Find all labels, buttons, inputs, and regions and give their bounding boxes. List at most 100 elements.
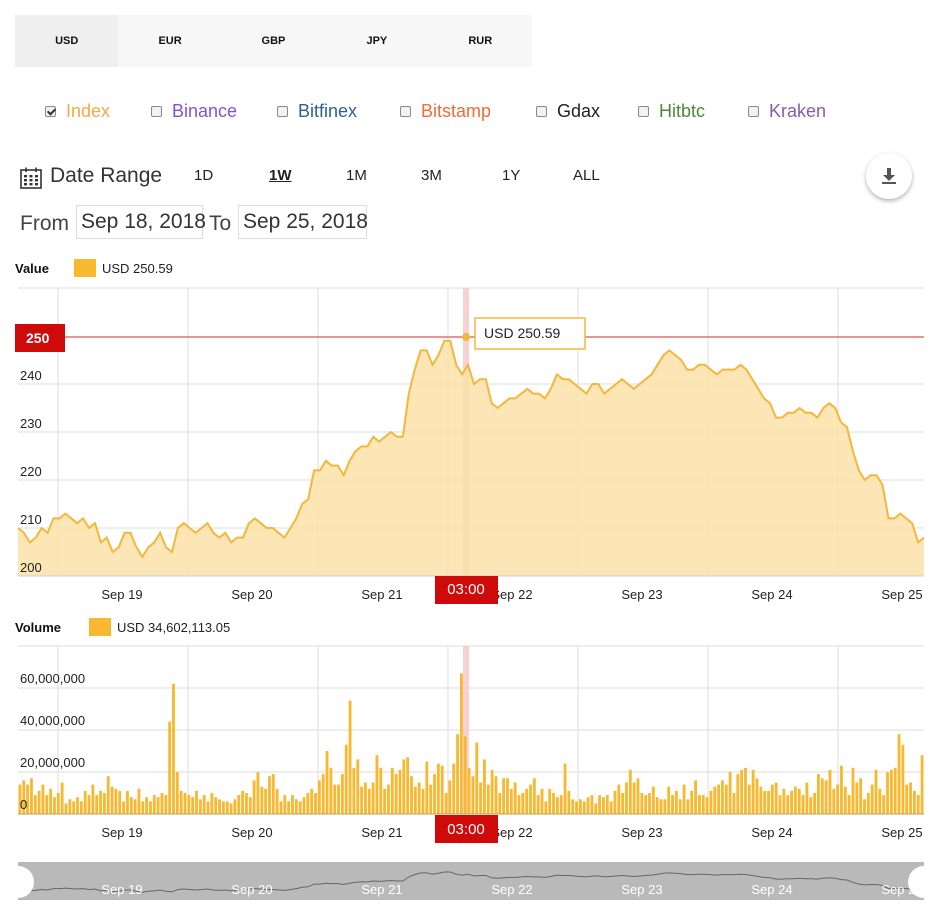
- volume-bar: [294, 799, 298, 814]
- price-x-tick-label: Sep 21: [361, 587, 402, 602]
- volume-bar: [851, 767, 855, 814]
- volume-bar: [33, 795, 37, 814]
- volume-bar: [671, 795, 674, 814]
- volume-bar: [72, 801, 76, 814]
- volume-bar: [605, 795, 609, 814]
- volume-bar: [763, 790, 767, 814]
- price-time-label: 03:00: [447, 581, 485, 598]
- price-volume-charts[interactable]: 200 210 220 230 240 250 USD 250.59 Sep 19 Sep 20…: [0, 0, 941, 910]
- volume-bar: [912, 790, 916, 814]
- volume-bar: [820, 778, 824, 814]
- volume-bar: [375, 755, 379, 814]
- volume-bar: [640, 793, 644, 814]
- volume-bar: [360, 786, 364, 814]
- volume-bar: [701, 795, 705, 814]
- volume-bar: [644, 795, 648, 814]
- volume-bar: [563, 763, 567, 814]
- volume-bar: [836, 784, 840, 814]
- volume-bar: [237, 795, 241, 814]
- price-y-tick-label: 210: [20, 512, 42, 527]
- volume-bar: [882, 795, 886, 814]
- volume-bar: [187, 795, 191, 814]
- volume-bar: [195, 790, 198, 814]
- volume-bar: [314, 793, 317, 814]
- volume-bar: [60, 782, 64, 814]
- volume-bar: [625, 782, 628, 814]
- volume-bar: [782, 788, 786, 814]
- volume-bar: [809, 797, 813, 814]
- volume-bar: [916, 795, 920, 814]
- volume-bar: [632, 782, 636, 814]
- volume-bar: [598, 795, 602, 814]
- volume-bar: [521, 793, 525, 814]
- volume-bar: [160, 793, 164, 814]
- volume-bar: [686, 799, 690, 814]
- volume-bar: [168, 721, 172, 814]
- volume-y-tick-label: 20,000,000: [20, 755, 85, 770]
- volume-bar: [283, 795, 287, 814]
- volume-bar: [306, 793, 310, 814]
- navigator-tick-label: Sep 23: [621, 882, 662, 897]
- volume-bar: [494, 776, 498, 814]
- volume-bar: [206, 801, 210, 814]
- volume-bar: [340, 774, 344, 814]
- volume-bar: [506, 778, 509, 814]
- volume-x-tick-label: Sep 24: [751, 825, 792, 840]
- volume-bar: [744, 767, 747, 814]
- volume-bar: [302, 797, 306, 814]
- volume-bar: [53, 797, 56, 814]
- volume-bar: [552, 793, 555, 814]
- volume-bar: [379, 767, 383, 814]
- volume-bar: [747, 784, 751, 814]
- volume-x-tick-label: Sep 19: [101, 825, 142, 840]
- volume-bar: [99, 790, 102, 814]
- volume-bar: [133, 799, 137, 814]
- volume-bar: [813, 793, 817, 814]
- volume-bar: [352, 767, 356, 814]
- volume-bar: [83, 790, 87, 814]
- navigator-tick-label: Sep 24: [751, 882, 792, 897]
- volume-bar: [164, 795, 168, 814]
- volume-bar: [778, 795, 782, 814]
- price-x-tick-label: Sep 24: [751, 587, 792, 602]
- volume-bar: [559, 795, 563, 814]
- volume-bar: [767, 790, 770, 814]
- volume-bar: [801, 795, 805, 814]
- volume-bar: [724, 784, 728, 814]
- volume-bar: [260, 786, 264, 814]
- volume-bar: [874, 769, 878, 814]
- volume-x-tick-label: Sep 23: [621, 825, 662, 840]
- volume-bar: [486, 784, 490, 814]
- volume-bar: [655, 797, 659, 814]
- volume-bar: [594, 803, 598, 814]
- volume-bar: [513, 782, 517, 814]
- volume-bar: [870, 784, 874, 814]
- volume-bar: [387, 784, 390, 814]
- volume-bar: [863, 799, 866, 814]
- volume-bar: [832, 788, 836, 814]
- volume-bar: [406, 757, 410, 814]
- volume-bar: [37, 790, 41, 814]
- volume-bar: [475, 742, 479, 814]
- volume-bar: [698, 795, 701, 814]
- tooltip-text: USD 250.59: [484, 325, 560, 341]
- volume-bar: [571, 799, 575, 814]
- volume-bar: [797, 788, 801, 814]
- volume-bar: [548, 788, 552, 814]
- volume-bar: [268, 776, 271, 814]
- volume-bar: [444, 793, 448, 814]
- volume-bar: [394, 774, 398, 814]
- volume-bar: [214, 797, 218, 814]
- volume-bar: [502, 778, 506, 814]
- volume-bar: [279, 801, 283, 814]
- volume-bar: [459, 673, 463, 814]
- volume-bar: [264, 788, 268, 814]
- volume-bar: [586, 797, 590, 814]
- volume-bar: [732, 793, 736, 814]
- volume-bar: [367, 788, 371, 814]
- volume-x-tick-label: Sep 21: [361, 825, 402, 840]
- volume-bar: [410, 776, 413, 814]
- volume-bar: [191, 797, 195, 814]
- volume-bar: [390, 767, 394, 814]
- volume-bar: [183, 793, 187, 814]
